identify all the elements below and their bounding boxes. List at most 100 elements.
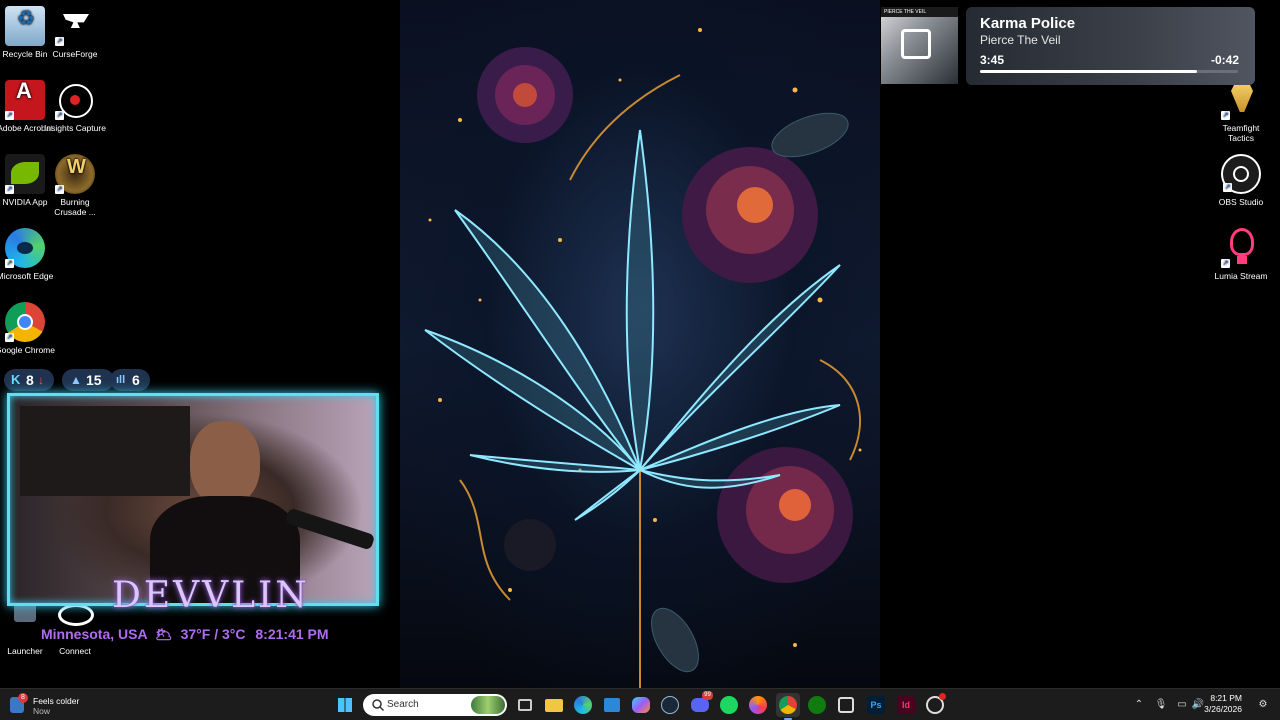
media-elapsed: 3:45 [980, 53, 1005, 67]
media-panel: Karma Police Pierce The Veil 3:45 -0:42 [966, 7, 1255, 85]
chrome-icon [779, 696, 797, 714]
desktop-icon-label: Google Chrome [0, 345, 55, 355]
discord-badge: 99 [702, 691, 713, 700]
desktop-icon-burning-crusade[interactable]: W ↗ Burning Crusade ... [44, 154, 106, 217]
desktop-wallpaper [400, 0, 880, 688]
shortcut-arrow-icon: ↗ [55, 37, 64, 46]
media-remaining: -0:42 [1210, 53, 1239, 67]
viewers-count: 6 [132, 372, 140, 388]
obs-studio-icon: ↗ [1221, 154, 1261, 194]
shortcut-arrow-icon: ↗ [55, 185, 64, 194]
xbox-icon [808, 696, 826, 714]
chevron-up-icon[interactable]: ⌃ [1132, 698, 1146, 712]
follower-icon: ▲ [70, 373, 82, 387]
clock-date: 3/26/2026 [1204, 704, 1242, 714]
desktop-icon-obs-studio[interactable]: ↗ OBS Studio [1210, 154, 1272, 207]
task-view-button[interactable] [513, 693, 537, 717]
followers-count: 15 [86, 372, 102, 388]
desktop-icon-insights-capture[interactable]: ↗ Insights Capture [44, 80, 106, 133]
weather-subtitle: Now [33, 706, 51, 716]
cloud-sun-icon: 🌥 [154, 626, 173, 642]
viewers-icon: ıll [116, 374, 126, 386]
desktop-icon-connect[interactable]: Connect [44, 646, 106, 656]
edge-icon: ↗ [5, 228, 45, 268]
snipping-tool-icon [838, 697, 854, 713]
taskbar-file-explorer[interactable] [542, 693, 566, 717]
desktop-icon-curseforge[interactable]: ↗ CurseForge [44, 6, 106, 59]
nvidia-icon: ↗ [5, 154, 45, 194]
streamer-name: DEVVLIN [112, 575, 310, 616]
volume-icon[interactable]: 🔊 [1191, 698, 1205, 712]
media-artist: Pierce The Veil [980, 33, 1061, 47]
start-button[interactable] [333, 693, 357, 717]
taskbar-chrome[interactable] [776, 693, 800, 720]
notification-icon[interactable]: ⚙ [1256, 698, 1270, 712]
desktop-icon-label: Microsoft Edge [0, 271, 54, 281]
taskbar-xbox[interactable] [805, 693, 829, 717]
microphone-icon[interactable]: 🎙 [1154, 698, 1168, 712]
search-icon [372, 699, 385, 712]
media-now-playing[interactable]: PIERCE THE VEIL Karma Police Pierce The … [881, 7, 1255, 85]
shortcut-arrow-icon: ↗ [5, 111, 14, 120]
discord-icon [691, 698, 709, 712]
taskbar: 8 Feels colder Now Search 99 Ps Id ⌃ 🎙 ▭… [0, 688, 1280, 720]
wallpaper-art [424, 28, 862, 688]
spotify-icon [720, 696, 738, 714]
taskbar-obs[interactable] [923, 693, 947, 717]
desktop-icon-label: OBS Studio [1218, 197, 1264, 207]
taskbar-clock[interactable]: 8:21 PM 3/26/2026 [1204, 693, 1242, 715]
indesign-icon: Id [897, 696, 915, 714]
recording-dot-icon [939, 693, 946, 700]
burning-crusade-icon: W ↗ [55, 154, 95, 194]
desktop-icon-label: Burning Crusade ... [54, 197, 96, 217]
overlay-temp: 37°F / 3°C [180, 626, 246, 642]
taskbar-discord[interactable]: 99 [688, 691, 713, 717]
copilot-icon [632, 697, 650, 713]
taskbar-copilot[interactable] [629, 693, 653, 717]
curseforge-icon: ↗ [55, 6, 95, 46]
desktop-icon-teamfight-tactics[interactable]: ↗ Teamfight Tactics [1210, 80, 1272, 143]
overlay-location: Minnesota, USA [41, 626, 148, 642]
photoshop-icon: Ps [867, 696, 885, 714]
search-placeholder: Search [387, 699, 419, 710]
desktop-icon-google-chrome[interactable]: ↗ Google Chrome [0, 302, 56, 355]
weather-widget[interactable]: 8 Feels colder Now [10, 692, 130, 718]
store-icon [604, 698, 620, 712]
taskbar-search[interactable]: Search [363, 694, 507, 716]
shortcut-arrow-icon: ↗ [5, 185, 14, 194]
taskbar-snipping-tool[interactable] [834, 693, 858, 717]
teamfight-tactics-icon: ↗ [1221, 80, 1261, 120]
shortcut-arrow-icon: ↗ [1221, 259, 1230, 268]
adobe-acrobat-icon: A ↗ [5, 80, 45, 120]
desktop-icon-label: Connect [59, 646, 91, 656]
album-art-band-text: PIERCE THE VEIL [881, 7, 958, 17]
shortcut-arrow-icon: ↗ [55, 111, 64, 120]
steam-icon [661, 696, 679, 714]
taskbar-spotify[interactable] [717, 693, 741, 717]
desktop-icon-lumia-stream[interactable]: ↗ Lumia Stream [1210, 228, 1272, 281]
kick-count: 8 [26, 372, 34, 388]
webcam-person [190, 421, 260, 506]
taskbar-steam[interactable] [658, 693, 682, 717]
taskbar-firefox[interactable] [746, 693, 770, 717]
media-progress-bar[interactable] [980, 70, 1238, 73]
search-highlight-image [471, 696, 505, 714]
shortcut-arrow-icon: ↗ [5, 333, 14, 342]
task-view-icon [518, 699, 532, 711]
weather-badge: 8 [18, 693, 28, 703]
shortcut-arrow-icon: ↗ [5, 259, 14, 268]
network-icon[interactable]: ▭ [1175, 698, 1189, 712]
overlay-weather: Minnesota, USA 🌥 37°F / 3°C 8:21:41 PM [41, 626, 329, 643]
down-arrow-icon: ↓ [38, 373, 44, 387]
shortcut-arrow-icon: ↗ [1223, 183, 1232, 192]
taskbar-indesign[interactable]: Id [894, 693, 918, 717]
taskbar-photoshop[interactable]: Ps [864, 693, 888, 717]
desktop-icon-microsoft-edge[interactable]: ↗ Microsoft Edge [0, 228, 56, 281]
shortcut-arrow-icon: ↗ [1221, 111, 1230, 120]
taskbar-store[interactable] [600, 693, 624, 717]
edge-icon [574, 696, 592, 714]
chrome-icon: ↗ [5, 302, 45, 342]
taskbar-edge[interactable] [571, 693, 595, 717]
connect-icon [58, 604, 94, 626]
clock-time: 8:21 PM [1210, 693, 1242, 703]
